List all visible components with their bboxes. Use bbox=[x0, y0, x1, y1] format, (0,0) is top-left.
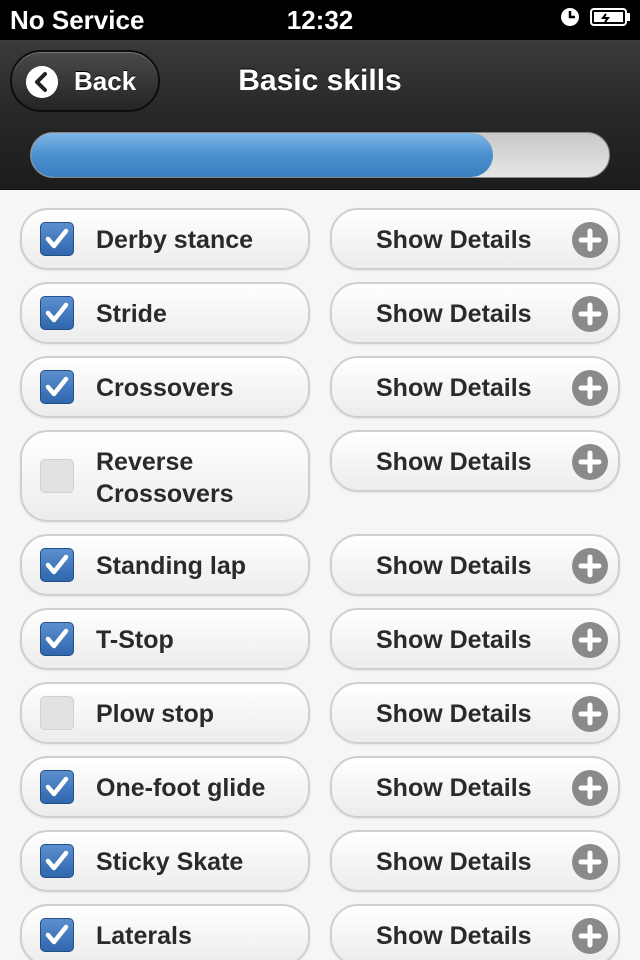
checkbox-checked-icon[interactable] bbox=[40, 296, 74, 330]
checkbox-unchecked-icon[interactable] bbox=[40, 696, 74, 730]
checkmark-icon bbox=[45, 302, 69, 323]
skill-row: One-foot glide Show Details bbox=[0, 756, 640, 818]
checkmark-icon bbox=[45, 554, 69, 575]
skill-label: Standing lap bbox=[96, 552, 246, 580]
show-details-label: Show Details bbox=[376, 552, 532, 580]
plus-circle-icon bbox=[572, 222, 608, 258]
plus-circle-icon bbox=[572, 622, 608, 658]
checkbox-checked-icon[interactable] bbox=[40, 370, 74, 404]
show-details-button[interactable]: Show Details bbox=[330, 904, 620, 960]
skill-label: T-Stop bbox=[96, 626, 174, 654]
progress-bar bbox=[30, 132, 610, 178]
skill-row: Derby stance Show Details bbox=[0, 208, 640, 270]
plus-circle-icon bbox=[572, 918, 608, 954]
checkmark-icon bbox=[45, 376, 69, 397]
checkmark-icon bbox=[45, 850, 69, 871]
show-details-label: Show Details bbox=[376, 922, 532, 950]
show-details-button[interactable]: Show Details bbox=[330, 356, 620, 418]
skill-checkbox-button[interactable]: Stride bbox=[20, 282, 310, 344]
checkmark-icon bbox=[45, 628, 69, 649]
show-details-button[interactable]: Show Details bbox=[330, 430, 620, 492]
show-details-button[interactable]: Show Details bbox=[330, 534, 620, 596]
skill-checkbox-button[interactable]: Crossovers bbox=[20, 356, 310, 418]
checkbox-checked-icon[interactable] bbox=[40, 222, 74, 256]
checkbox-checked-icon[interactable] bbox=[40, 844, 74, 878]
checkbox-checked-icon[interactable] bbox=[40, 918, 74, 952]
skill-label: Laterals bbox=[96, 922, 192, 950]
skill-row: Reverse Crossovers Show Details bbox=[0, 430, 640, 522]
show-details-button[interactable]: Show Details bbox=[330, 682, 620, 744]
skill-row: Stride Show Details bbox=[0, 282, 640, 344]
checkbox-unchecked-icon[interactable] bbox=[40, 459, 74, 493]
plus-circle-icon bbox=[572, 296, 608, 332]
plus-circle-icon bbox=[572, 370, 608, 406]
skill-row: T-Stop Show Details bbox=[0, 608, 640, 670]
show-details-label: Show Details bbox=[376, 774, 532, 802]
navigation-bar: Back Basic skills bbox=[0, 40, 640, 190]
plus-circle-icon bbox=[572, 444, 608, 480]
show-details-button[interactable]: Show Details bbox=[330, 756, 620, 818]
show-details-label: Show Details bbox=[376, 300, 532, 328]
skill-label: Plow stop bbox=[96, 700, 215, 728]
checkbox-checked-icon[interactable] bbox=[40, 548, 74, 582]
checkbox-checked-icon[interactable] bbox=[40, 622, 74, 656]
skill-list: Derby stance Show Details Stride Show Detai… bbox=[0, 190, 640, 960]
skill-row: Plow stop Show Details bbox=[0, 682, 640, 744]
skill-label: Crossovers bbox=[96, 374, 234, 402]
skill-checkbox-button[interactable]: Derby stance bbox=[20, 208, 310, 270]
skill-checkbox-button[interactable]: Plow stop bbox=[20, 682, 310, 744]
skill-checkbox-button[interactable]: Standing lap bbox=[20, 534, 310, 596]
clock-icon bbox=[561, 8, 579, 26]
skill-label: Stride bbox=[96, 300, 167, 328]
skill-checkbox-button[interactable]: One-foot glide bbox=[20, 756, 310, 818]
checkmark-icon bbox=[45, 228, 69, 249]
skill-row: Crossovers Show Details bbox=[0, 356, 640, 418]
status-icons bbox=[560, 7, 632, 27]
show-details-label: Show Details bbox=[376, 448, 532, 476]
page-title: Basic skills bbox=[238, 64, 402, 97]
skill-checkbox-button[interactable]: Laterals bbox=[20, 904, 310, 960]
skill-label: Sticky Skate bbox=[96, 848, 244, 876]
plus-circle-icon bbox=[572, 770, 608, 806]
skill-checkbox-button[interactable]: Sticky Skate bbox=[20, 830, 310, 892]
show-details-button[interactable]: Show Details bbox=[330, 282, 620, 344]
skill-row: Laterals Show Details bbox=[0, 904, 640, 960]
show-details-button[interactable]: Show Details bbox=[330, 608, 620, 670]
status-bar: No Service 12:32 bbox=[0, 0, 640, 40]
show-details-label: Show Details bbox=[376, 700, 532, 728]
show-details-button[interactable]: Show Details bbox=[330, 208, 620, 270]
battery-icon bbox=[590, 8, 630, 26]
show-details-label: Show Details bbox=[376, 226, 532, 254]
show-details-label: Show Details bbox=[376, 848, 532, 876]
skill-checkbox-button[interactable]: T-Stop bbox=[20, 608, 310, 670]
clock-time: 12:32 bbox=[286, 5, 354, 35]
checkmark-icon bbox=[45, 924, 69, 945]
plus-circle-icon bbox=[572, 844, 608, 880]
show-details-label: Show Details bbox=[376, 626, 532, 654]
skill-label: One-foot glide bbox=[96, 774, 266, 802]
skill-checkbox-button[interactable]: Reverse Crossovers bbox=[20, 430, 310, 522]
show-details-label: Show Details bbox=[376, 374, 532, 402]
skill-row: Standing lap Show Details bbox=[0, 534, 640, 596]
checkmark-icon bbox=[45, 776, 69, 797]
plus-circle-icon bbox=[572, 696, 608, 732]
skill-label: Derby stance bbox=[96, 226, 254, 254]
show-details-button[interactable]: Show Details bbox=[330, 830, 620, 892]
checkbox-checked-icon[interactable] bbox=[40, 770, 74, 804]
skill-row: Sticky Skate Show Details bbox=[0, 830, 640, 892]
skill-label: Reverse Crossovers bbox=[96, 448, 234, 508]
progress-bar-fill bbox=[31, 133, 494, 177]
plus-circle-icon bbox=[572, 548, 608, 584]
